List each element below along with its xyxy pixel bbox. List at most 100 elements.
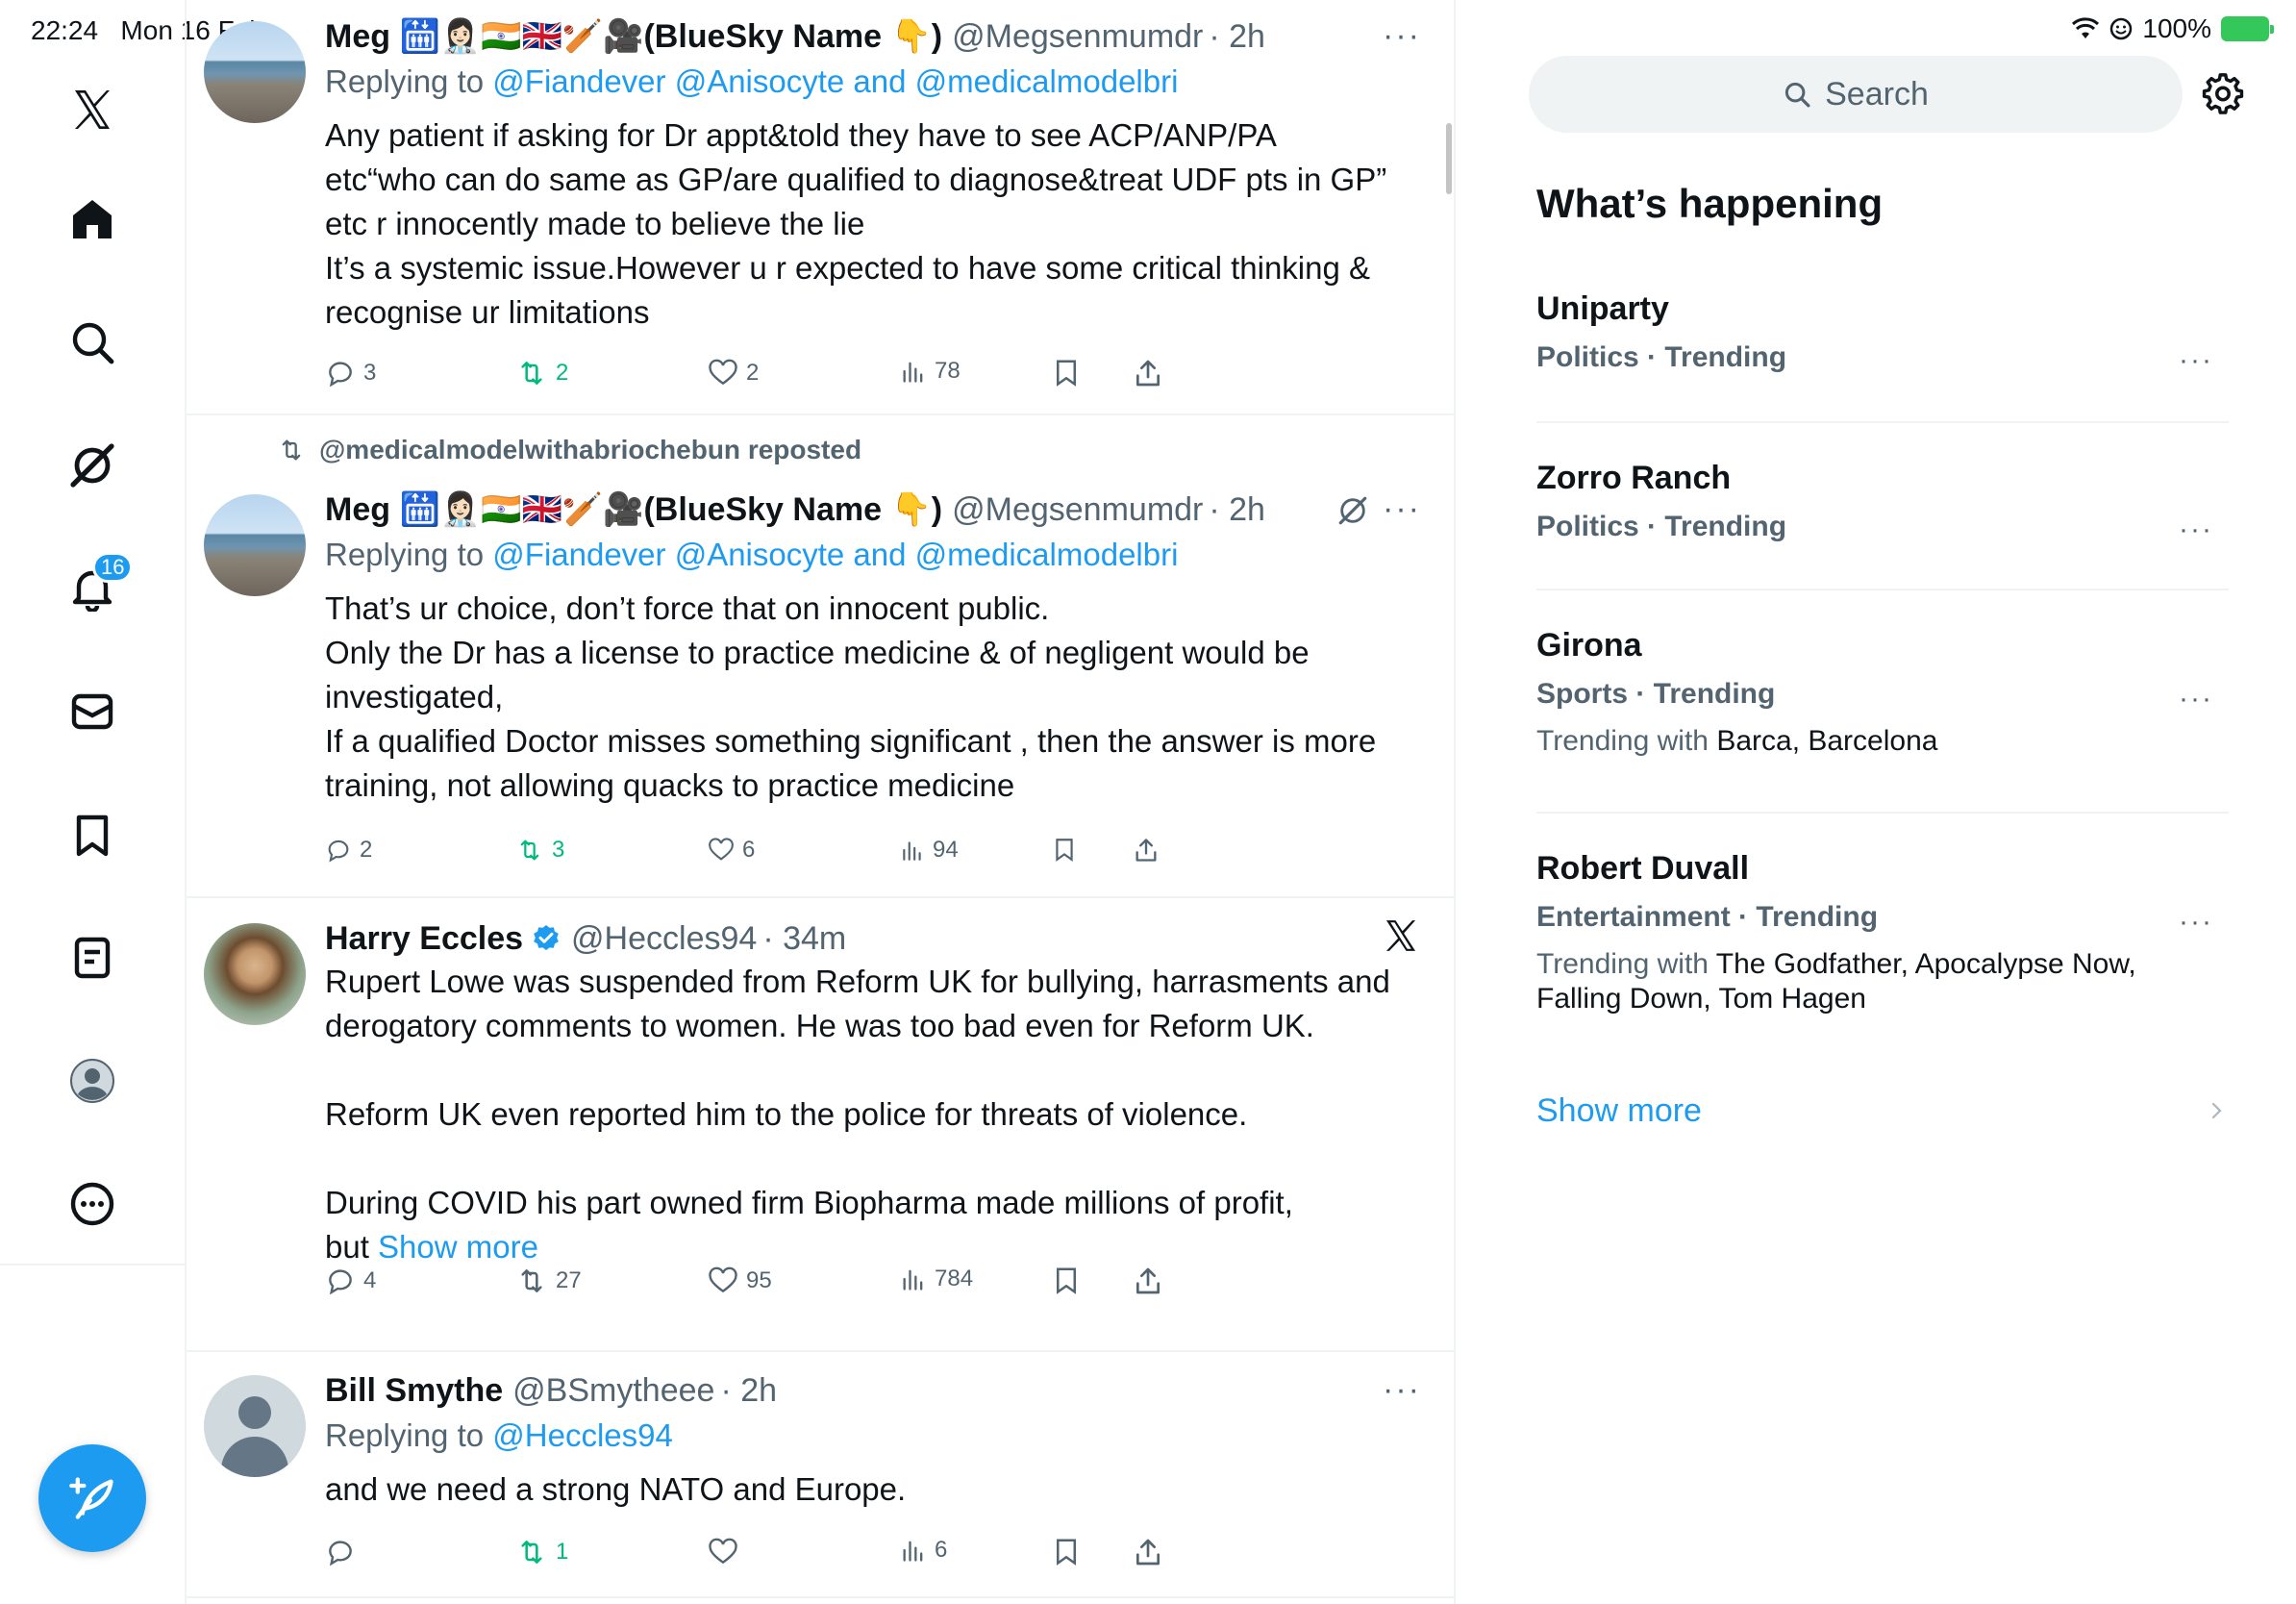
views-button[interactable]: 94: [900, 837, 959, 864]
repost-button[interactable]: 1: [515, 1537, 568, 1567]
chevron-right-icon[interactable]: [2206, 1096, 2229, 1125]
trend-item[interactable]: Uniparty Politics · Trending ···: [1536, 290, 2229, 377]
share-icon: [1136, 1267, 1160, 1294]
repost-count: 2: [556, 360, 569, 386]
share-button[interactable]: [1133, 837, 1160, 864]
views-chart-icon: [903, 362, 923, 383]
like-button[interactable]: 95: [708, 1266, 772, 1296]
settings-gear-icon[interactable]: [2202, 73, 2244, 115]
avatar[interactable]: [204, 494, 306, 596]
trend-item[interactable]: Girona Sports · Trending Trending with B…: [1536, 627, 2229, 759]
x-logo-icon[interactable]: [58, 75, 127, 144]
more-options-icon[interactable]: ···: [1383, 17, 1421, 55]
user-handle[interactable]: @Megsenmumdr: [952, 18, 1203, 56]
timeline[interactable]: Meg 🛗👩🏻‍⚕️🇮🇳🇬🇧🏏🎥(BlueSky Name 👇) @Megsen…: [185, 0, 1456, 1604]
messages-envelope-icon[interactable]: [58, 677, 127, 746]
repost-button[interactable]: 3: [515, 837, 564, 864]
tweet-card[interactable]: Bill Smythe @BSmytheee · 2h ··· Replying…: [187, 1352, 1454, 1598]
reposted-by-label[interactable]: @medicalmodelwithabriochebun reposted: [319, 435, 861, 465]
views-button[interactable]: 784: [900, 1266, 973, 1292]
like-button[interactable]: 6: [708, 837, 755, 864]
more-options-icon[interactable]: [58, 1169, 127, 1239]
share-button[interactable]: [1133, 1266, 1163, 1296]
replying-to-links[interactable]: @Heccles94: [492, 1417, 673, 1453]
show-more-trends-link[interactable]: Show more: [1536, 1092, 1702, 1130]
trend-related-terms: Barca, Barcelona: [1716, 725, 1938, 757]
avatar[interactable]: [204, 1375, 306, 1477]
reply-button[interactable]: 3: [325, 358, 376, 388]
more-options-icon[interactable]: ···: [1383, 1371, 1421, 1409]
reply-button[interactable]: [325, 1537, 356, 1567]
bookmark-button[interactable]: [1052, 1537, 1081, 1566]
tweet-text: That’s ur choice, don’t force that on in…: [325, 590, 1377, 803]
tweet-header: Meg 🛗👩🏻‍⚕️🇮🇳🇬🇧🏏🎥(BlueSky Name 👇) @Megsen…: [325, 17, 1440, 56]
views-button[interactable]: 78: [900, 358, 961, 385]
trend-category: Politics · Trending: [1536, 511, 1787, 542]
tweet-header: Bill Smythe @BSmytheee · 2h: [325, 1371, 1440, 1410]
bookmarks-icon[interactable]: [58, 800, 127, 869]
home-icon[interactable]: [58, 185, 127, 254]
profile-avatar-icon[interactable]: [58, 1046, 127, 1115]
replying-to: Replying to @Fiandever @Anisocyte and @m…: [325, 63, 1440, 100]
bookmark-button[interactable]: [1052, 837, 1077, 862]
bookmark-icon: [1057, 1539, 1076, 1566]
like-button[interactable]: [708, 1537, 738, 1567]
explore-search-icon[interactable]: [58, 308, 127, 377]
replying-to-links[interactable]: @Fiandever @Anisocyte and @medicalmodelb…: [492, 63, 1178, 99]
like-button[interactable]: 2: [708, 358, 759, 388]
reply-button[interactable]: 4: [325, 1266, 376, 1296]
tweet-body: Bill Smythe @BSmytheee · 2h ··· Replying…: [325, 1371, 1440, 1512]
trend-more-icon[interactable]: ···: [2179, 683, 2213, 715]
views-chart-icon: [903, 841, 921, 861]
views-count: 78: [935, 358, 961, 384]
search-bar[interactable]: Search: [1529, 56, 2183, 133]
replying-to: Replying to @Fiandever @Anisocyte and @m…: [325, 537, 1440, 573]
repost-icon: [520, 840, 539, 861]
trend-more-icon[interactable]: ···: [2179, 514, 2213, 546]
bookmark-button[interactable]: [1052, 358, 1081, 387]
avatar[interactable]: [204, 923, 306, 1025]
left-navigation: 16: [0, 0, 185, 1604]
repost-count: 1: [556, 1539, 569, 1565]
views-button[interactable]: 6: [900, 1537, 947, 1564]
x-logo-icon[interactable]: [1383, 917, 1419, 954]
notifications-bell-icon[interactable]: 16: [58, 552, 134, 623]
repost-button[interactable]: 2: [515, 358, 568, 388]
tweet-body: Meg 🛗👩🏻‍⚕️🇮🇳🇬🇧🏏🎥(BlueSky Name 👇) @Megsen…: [325, 17, 1440, 335]
replying-to-links[interactable]: @Fiandever @Anisocyte and @medicalmodelb…: [492, 537, 1178, 572]
grok-icon[interactable]: [1336, 494, 1369, 527]
trend-more-icon[interactable]: ···: [2179, 906, 2213, 939]
display-name[interactable]: Harry Eccles: [325, 920, 523, 958]
display-name[interactable]: Meg 🛗👩🏻‍⚕️🇮🇳🇬🇧🏏🎥(BlueSky Name 👇): [325, 490, 942, 529]
share-icon: [1136, 839, 1157, 862]
avatar[interactable]: [204, 21, 306, 123]
user-handle[interactable]: @Heccles94: [571, 920, 757, 958]
tweet-card[interactable]: Meg 🛗👩🏻‍⚕️🇮🇳🇬🇧🏏🎥(BlueSky Name 👇) @Megsen…: [187, 0, 1454, 415]
share-icon: [1136, 1539, 1160, 1566]
repost-button[interactable]: 27: [515, 1266, 582, 1296]
grok-icon[interactable]: [58, 431, 127, 500]
show-more-link[interactable]: Show more: [378, 1229, 538, 1265]
reply-button[interactable]: 2: [325, 837, 372, 864]
display-name[interactable]: Meg 🛗👩🏻‍⚕️🇮🇳🇬🇧🏏🎥(BlueSky Name 👇): [325, 17, 942, 56]
lists-icon[interactable]: [58, 923, 127, 992]
share-button[interactable]: [1133, 1537, 1163, 1567]
reply-count: 2: [360, 837, 373, 863]
views-chart-icon: [903, 1269, 923, 1291]
like-count: 95: [746, 1267, 772, 1293]
user-handle[interactable]: @BSmytheee: [512, 1372, 714, 1410]
more-options-icon[interactable]: ···: [1383, 490, 1421, 528]
user-handle[interactable]: @Megsenmumdr: [952, 491, 1203, 529]
repost-icon: [521, 1541, 542, 1564]
trend-item[interactable]: Robert Duvall Entertainment · Trending T…: [1536, 850, 2229, 1016]
trend-item[interactable]: Zorro Ranch Politics · Trending ···: [1536, 460, 2229, 546]
display-name[interactable]: Bill Smythe: [325, 1372, 503, 1410]
tweet-card[interactable]: @medicalmodelwithabriochebun reposted Me…: [187, 417, 1454, 898]
compose-post-button[interactable]: [38, 1444, 146, 1552]
tweet-card[interactable]: Harry Eccles @Heccles94 · 34m Rupert Low…: [187, 898, 1454, 1352]
bookmark-button[interactable]: [1052, 1266, 1081, 1294]
share-button[interactable]: [1133, 358, 1163, 388]
trend-more-icon[interactable]: ···: [2179, 344, 2213, 377]
like-count: 2: [746, 360, 760, 386]
tweet-text: Rupert Lowe was suspended from Reform UK…: [325, 960, 1440, 1269]
